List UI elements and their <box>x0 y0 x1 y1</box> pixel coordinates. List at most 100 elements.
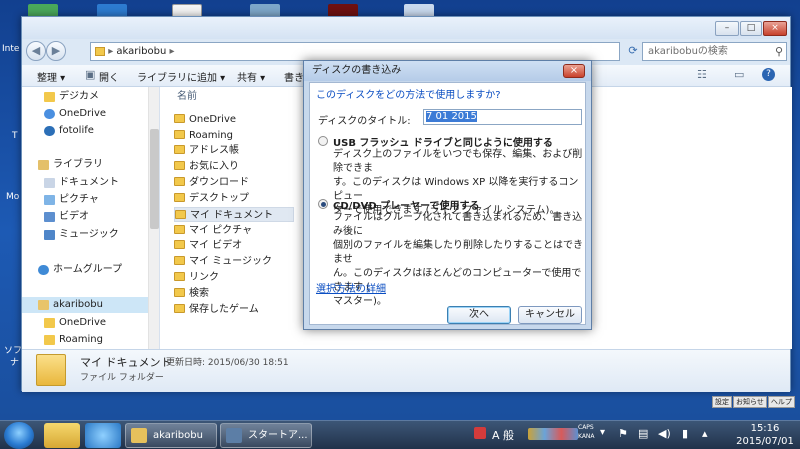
nav-item-onedrive[interactable]: OneDrive <box>22 106 159 122</box>
disc-title-value: 7 01 2015 <box>426 111 477 122</box>
navigation-pane: デジカメ OneDrive fotolife ライブラリ ドキュメント ピクチャ… <box>22 87 159 349</box>
clock-time: 15:16 <box>750 423 780 434</box>
usb-option-radio[interactable] <box>318 136 328 146</box>
view-options-icon[interactable]: ☷ <box>697 68 707 81</box>
nav-item-music[interactable]: ミュージック <box>22 227 159 243</box>
file-name: マイ ビデオ <box>189 240 243 251</box>
cd-option-radio[interactable] <box>318 199 328 209</box>
file-row-links[interactable]: リンク <box>174 270 294 285</box>
folder-icon <box>174 114 185 123</box>
gadget-help-button[interactable]: ヘルプ <box>767 396 795 408</box>
gadget-settings-button[interactable]: 設定 <box>712 396 732 408</box>
tray-app-icon[interactable] <box>474 427 486 439</box>
start-button[interactable] <box>4 422 34 449</box>
file-row-roaming[interactable]: Roaming <box>174 128 294 143</box>
open-button[interactable]: 開く <box>99 69 119 84</box>
help-link[interactable]: 選択方法の詳細 <box>316 280 386 295</box>
nav-item-label: デジカメ <box>59 91 99 102</box>
preview-pane-icon[interactable]: ▭ <box>734 68 744 81</box>
nav-item-roaming[interactable]: Roaming <box>22 332 159 348</box>
power-icon[interactable]: ▮ <box>682 427 688 440</box>
close-button[interactable]: × <box>763 21 787 36</box>
cd-option-heading[interactable]: CD/DVD プレーヤーで使用する <box>333 197 480 212</box>
library-icon <box>38 160 49 170</box>
ime-tools-icon[interactable] <box>528 428 578 440</box>
nav-item-onedrive-sub[interactable]: OneDrive <box>22 315 159 331</box>
nav-item-label: akaribobu <box>53 299 103 310</box>
ime-indicator[interactable]: A 般 <box>492 427 514 443</box>
refresh-icon[interactable]: ⟳ <box>626 43 640 60</box>
ime-menu-icon[interactable]: ▾ <box>600 427 605 438</box>
file-name: 保存したゲーム <box>189 304 259 315</box>
videos-icon <box>44 212 55 222</box>
usb-option-heading[interactable]: USB フラッシュ ドライブと同じように使用する <box>333 134 553 149</box>
search-placeholder: akaribobuの検索 <box>648 46 728 57</box>
file-row-my-videos[interactable]: マイ ビデオ <box>174 238 294 253</box>
nav-item-library[interactable]: ライブラリ <box>22 157 159 173</box>
address-bar[interactable]: ▸ akaribobu ▸ <box>90 42 620 61</box>
file-name: デスクトップ <box>189 193 249 204</box>
taskbar-button-label: スタートア... <box>248 430 308 441</box>
next-button[interactable]: 次へ <box>447 306 511 324</box>
maximize-button[interactable]: □ <box>740 21 762 36</box>
nav-scrollbar[interactable] <box>148 87 159 349</box>
disc-title-input[interactable]: 7 01 2015 <box>423 109 582 125</box>
file-row-downloads[interactable]: ダウンロード <box>174 175 294 190</box>
explorer-titlebar[interactable]: – □ × <box>22 17 790 39</box>
internet-explorer-icon[interactable] <box>85 423 121 448</box>
nav-item-label: ミュージック <box>59 229 119 240</box>
folder-icon <box>36 354 66 386</box>
search-input[interactable]: akaribobuの検索 ⚲ <box>642 42 787 61</box>
scrollbar-thumb[interactable] <box>150 129 159 229</box>
file-row-onedrive[interactable]: OneDrive <box>174 112 294 127</box>
nav-item-homegroup[interactable]: ホームグループ <box>22 262 159 278</box>
nav-item-documents[interactable]: ドキュメント <box>22 175 159 191</box>
minimize-button[interactable]: – <box>715 21 739 36</box>
file-row-address-book[interactable]: アドレス帳 <box>174 143 294 158</box>
folder-icon <box>44 92 55 102</box>
file-name: Roaming <box>189 130 233 141</box>
nav-item-label: ピクチャ <box>59 194 99 205</box>
app-icon <box>226 428 242 443</box>
organize-button[interactable]: 整理 ▾ <box>37 69 65 84</box>
file-row-favorites[interactable]: お気に入り <box>174 159 294 174</box>
file-row-searches[interactable]: 検索 <box>174 286 294 301</box>
fotolife-icon <box>44 126 55 136</box>
file-row-my-documents[interactable]: マイ ドキュメント <box>174 207 294 222</box>
explorer-pinned-icon[interactable] <box>44 423 80 448</box>
back-button[interactable]: ◀ <box>26 41 46 61</box>
nav-item-digicame[interactable]: デジカメ <box>22 89 159 105</box>
dialog-close-button[interactable]: × <box>563 64 585 78</box>
file-name: リンク <box>189 272 219 283</box>
gadget-notice-button[interactable]: お知らせ <box>733 396 767 408</box>
share-button[interactable]: 共有 ▾ <box>237 69 265 84</box>
file-row-desktop[interactable]: デスクトップ <box>174 191 294 206</box>
folder-icon <box>174 161 185 170</box>
file-row-my-pictures[interactable]: マイ ピクチャ <box>174 223 294 238</box>
file-name: マイ ドキュメント <box>190 210 274 221</box>
dialog-title[interactable]: ディスクの書き込み <box>304 61 591 81</box>
search-icon[interactable]: ⚲ <box>775 43 783 60</box>
folder-icon <box>174 256 185 265</box>
show-hidden-icons[interactable]: ▴ <box>702 427 708 440</box>
column-header-name[interactable]: 名前 <box>177 87 197 107</box>
action-center-icon[interactable]: ⚑ <box>618 427 628 440</box>
nav-item-videos[interactable]: ビデオ <box>22 209 159 225</box>
file-row-saved-games[interactable]: 保存したゲーム <box>174 302 294 317</box>
details-pane: マイ ドキュメント 更新日時: 2015/06/30 18:51 ファイル フォ… <box>22 349 790 392</box>
network-icon[interactable]: ▤ <box>638 427 648 440</box>
nav-item-pictures[interactable]: ピクチャ <box>22 192 159 208</box>
cancel-button[interactable]: キャンセル <box>518 306 582 324</box>
forward-button[interactable]: ▶ <box>46 41 66 61</box>
help-icon[interactable]: ? <box>762 68 775 81</box>
file-row-my-music[interactable]: マイ ミュージック <box>174 254 294 269</box>
nav-item-fotolife[interactable]: fotolife <box>22 123 159 139</box>
breadcrumb-item[interactable]: akaribobu <box>116 46 166 57</box>
taskbar-startup-button[interactable]: スタートア... <box>220 423 312 448</box>
clock[interactable]: 15:16 2015/07/01 <box>735 422 795 448</box>
taskbar-explorer-button[interactable]: akaribobu <box>125 423 217 448</box>
add-to-library-button[interactable]: ライブラリに追加 ▾ <box>137 69 225 84</box>
volume-icon[interactable]: ◀) <box>658 427 671 440</box>
onedrive-icon <box>44 109 55 119</box>
nav-item-akaribobu[interactable]: akaribobu <box>22 297 159 313</box>
